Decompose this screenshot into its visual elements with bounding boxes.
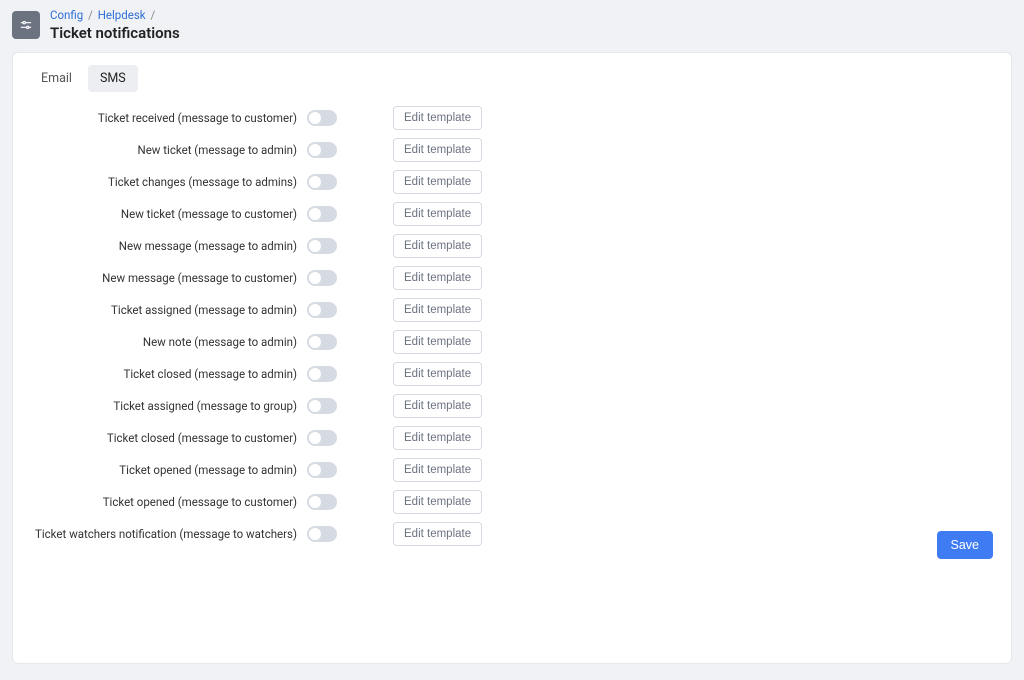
notification-label: Ticket changes (message to admins) (29, 175, 307, 189)
tabs: Email SMS (13, 53, 1011, 92)
toggle-knob (309, 144, 321, 156)
notification-row: Ticket closed (message to admin) Edit tem… (29, 358, 995, 390)
save-button[interactable]: Save (937, 531, 994, 559)
notification-toggle[interactable] (307, 462, 337, 478)
notification-label: Ticket assigned (message to admin) (29, 303, 307, 317)
notification-toggle[interactable] (307, 206, 337, 222)
notification-label: Ticket closed (message to customer) (29, 431, 307, 445)
edit-template-button[interactable]: Edit template (393, 522, 482, 546)
notification-row: Ticket received (message to customer) Edi… (29, 102, 995, 134)
notification-row: New ticket (message to customer) Edit tem… (29, 198, 995, 230)
toggle-knob (309, 208, 321, 220)
notification-row: Ticket changes (message to admins) Edit t… (29, 166, 995, 198)
notification-toggle[interactable] (307, 174, 337, 190)
breadcrumb-sep: / (86, 8, 95, 22)
notification-label: Ticket opened (message to customer) (29, 495, 307, 509)
toggle-knob (309, 176, 321, 188)
notification-rows: Ticket received (message to customer) Edi… (13, 92, 1011, 560)
notification-row: New ticket (message to admin) Edit templa… (29, 134, 995, 166)
notification-row: Ticket closed (message to customer) Edit … (29, 422, 995, 454)
notification-toggle[interactable] (307, 142, 337, 158)
breadcrumb-helpdesk[interactable]: Helpdesk (98, 8, 146, 22)
toggle-knob (309, 432, 321, 444)
notification-toggle[interactable] (307, 334, 337, 350)
notification-toggle[interactable] (307, 398, 337, 414)
toggle-knob (309, 368, 321, 380)
notification-label: New ticket (message to customer) (29, 207, 307, 221)
edit-template-button[interactable]: Edit template (393, 234, 482, 258)
edit-template-button[interactable]: Edit template (393, 106, 482, 130)
notification-toggle[interactable] (307, 366, 337, 382)
notification-label: Ticket opened (message to admin) (29, 463, 307, 477)
tab-sms[interactable]: SMS (88, 65, 138, 92)
notification-toggle[interactable] (307, 494, 337, 510)
notification-toggle[interactable] (307, 110, 337, 126)
edit-template-button[interactable]: Edit template (393, 138, 482, 162)
notification-toggle[interactable] (307, 238, 337, 254)
notification-row: New message (message to admin) Edit templ… (29, 230, 995, 262)
toggle-knob (309, 304, 321, 316)
edit-template-button[interactable]: Edit template (393, 362, 482, 386)
notification-label: New message (message to admin) (29, 239, 307, 253)
notification-label: Ticket assigned (message to group) (29, 399, 307, 413)
edit-template-button[interactable]: Edit template (393, 298, 482, 322)
toggle-knob (309, 112, 321, 124)
breadcrumb-config[interactable]: Config (50, 8, 83, 22)
edit-template-button[interactable]: Edit template (393, 490, 482, 514)
notification-toggle[interactable] (307, 302, 337, 318)
toggle-knob (309, 464, 321, 476)
notification-toggle[interactable] (307, 430, 337, 446)
toggle-knob (309, 336, 321, 348)
notification-label: Ticket watchers notification (message to… (29, 527, 307, 541)
notification-label: Ticket received (message to customer) (29, 111, 307, 125)
edit-template-button[interactable]: Edit template (393, 202, 482, 226)
notification-label: New ticket (message to admin) (29, 143, 307, 157)
notification-toggle[interactable] (307, 526, 337, 542)
toggle-knob (309, 272, 321, 284)
toggle-knob (309, 400, 321, 412)
notification-row: New note (message to admin) Edit template (29, 326, 995, 358)
settings-icon[interactable] (12, 11, 40, 39)
notification-label: New message (message to customer) (29, 271, 307, 285)
breadcrumb-sep: / (148, 8, 157, 22)
main-card: Email SMS Ticket received (message to cu… (12, 52, 1012, 664)
edit-template-button[interactable]: Edit template (393, 426, 482, 450)
page-title: Ticket notifications (50, 24, 180, 42)
edit-template-button[interactable]: Edit template (393, 330, 482, 354)
page-header: Config / Helpdesk / Ticket notifications (0, 0, 1024, 52)
notification-row: Ticket assigned (message to admin) Edit t… (29, 294, 995, 326)
notification-label: Ticket closed (message to admin) (29, 367, 307, 381)
edit-template-button[interactable]: Edit template (393, 394, 482, 418)
notification-label: New note (message to admin) (29, 335, 307, 349)
notification-row: Ticket opened (message to customer) Edit … (29, 486, 995, 518)
notification-toggle[interactable] (307, 270, 337, 286)
breadcrumb: Config / Helpdesk / (50, 8, 180, 22)
tab-email[interactable]: Email (29, 65, 84, 92)
toggle-knob (309, 240, 321, 252)
toggle-knob (309, 528, 321, 540)
toggle-knob (309, 496, 321, 508)
notification-row: New message (message to customer) Edit te… (29, 262, 995, 294)
notification-row: Ticket opened (message to admin) Edit tem… (29, 454, 995, 486)
notification-row: Ticket watchers notification (message to… (29, 518, 995, 550)
notification-row: Ticket assigned (message to group) Edit t… (29, 390, 995, 422)
edit-template-button[interactable]: Edit template (393, 170, 482, 194)
edit-template-button[interactable]: Edit template (393, 266, 482, 290)
edit-template-button[interactable]: Edit template (393, 458, 482, 482)
